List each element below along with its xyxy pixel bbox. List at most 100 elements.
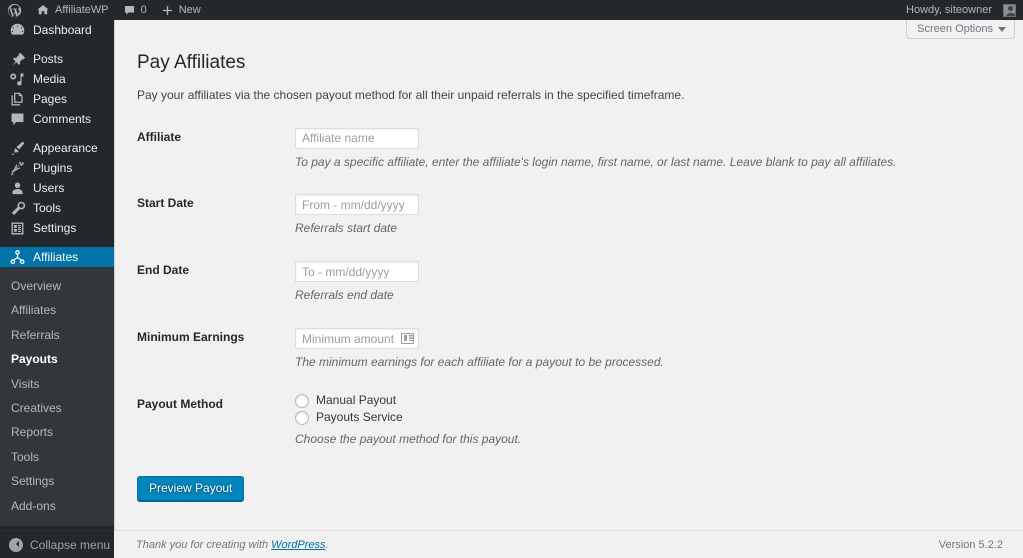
payouts-service-label[interactable]: Payouts Service xyxy=(316,410,403,426)
affiliate-input[interactable] xyxy=(295,127,419,149)
page-title: Pay Affiliates xyxy=(137,52,246,73)
submenu-item-overview[interactable]: Overview xyxy=(0,274,114,298)
admin-bar-right: Howdy, siteowner xyxy=(899,0,1023,20)
menu-separator xyxy=(0,238,114,247)
sidebar-item-plugins[interactable]: Plugins xyxy=(0,158,114,178)
submenu-item-add-ons[interactable]: Add-ons xyxy=(0,494,114,518)
comment-bubble-icon xyxy=(123,4,136,17)
sidebar-item-label: Comments xyxy=(33,112,92,126)
wordpress-link[interactable]: WordPress xyxy=(271,539,325,551)
wordpress-logo-icon xyxy=(7,3,22,18)
form-row-end-date: End Date Referrals end date xyxy=(137,249,917,316)
footer-thanks: Thank you for creating with WordPress. xyxy=(136,539,329,551)
sidebar-item-users[interactable]: Users xyxy=(0,178,114,198)
site-name-menu-item[interactable]: AffiliateWP xyxy=(29,0,116,20)
radio-row-manual-payout[interactable]: Manual Payout xyxy=(295,393,907,409)
sidebar-item-dashboard[interactable]: Dashboard xyxy=(0,20,114,40)
minimum-earnings-field-cell: The minimum earnings for each affiliate … xyxy=(295,316,917,383)
avatar xyxy=(1003,3,1016,17)
affiliate-description: To pay a specific affiliate, enter the a… xyxy=(295,154,897,169)
paintbrush-icon xyxy=(8,139,26,157)
sidebar-item-label: Posts xyxy=(33,52,64,66)
manual-payout-radio[interactable] xyxy=(295,393,309,408)
admin-sidebar: Dashboard Posts Media Pages Comments App… xyxy=(0,20,122,558)
comment-bubble-icon xyxy=(8,110,26,128)
form-row-payout-method: Payout Method Manual Payout Payouts Serv… xyxy=(137,383,917,460)
submenu-item-creatives[interactable]: Creatives xyxy=(0,396,114,420)
start-date-description: Referrals start date xyxy=(295,221,398,236)
plus-icon xyxy=(161,4,174,17)
menu-separator xyxy=(0,40,114,49)
start-date-label: Start Date xyxy=(137,196,194,211)
comments-count: 0 xyxy=(140,4,147,16)
end-date-field-cell: Referrals end date xyxy=(295,249,917,316)
end-date-label: End Date xyxy=(137,263,190,278)
form-row-minimum-earnings: Minimum Earnings The minimum earnings fo… xyxy=(137,316,917,383)
sidebar-item-appearance[interactable]: Appearance xyxy=(0,138,114,158)
preview-payout-button[interactable]: Preview Payout xyxy=(137,475,245,501)
sidebar-item-comments[interactable]: Comments xyxy=(0,109,114,129)
manual-payout-label[interactable]: Manual Payout xyxy=(316,393,396,409)
minimum-earnings-input-wrap xyxy=(295,328,419,350)
sidebar-item-label: Tools xyxy=(33,201,62,215)
affiliates-submenu: Overview Affiliates Referrals Payouts Vi… xyxy=(0,267,114,526)
submenu-item-settings[interactable]: Settings xyxy=(0,469,114,493)
sidebar-item-posts[interactable]: Posts xyxy=(0,49,114,69)
page-wrap: Pay Affiliates Pay your affiliates via t… xyxy=(115,20,1023,501)
affiliate-label: Affiliate xyxy=(137,129,182,144)
payouts-service-radio[interactable] xyxy=(295,411,309,426)
sidebar-item-affiliates[interactable]: Affiliates xyxy=(0,247,122,267)
start-date-input[interactable] xyxy=(295,194,419,216)
screen-options-button[interactable]: Screen Options xyxy=(906,20,1015,39)
start-date-field-cell: Referrals start date xyxy=(295,182,917,249)
affiliates-network-icon xyxy=(8,248,26,266)
minimum-earnings-label: Minimum Earnings xyxy=(137,330,245,345)
pin-icon xyxy=(8,50,26,68)
sidebar-item-label: Affiliates xyxy=(33,250,79,264)
sidebar-item-pages[interactable]: Pages xyxy=(0,89,114,109)
new-content-menu-item[interactable]: New xyxy=(154,0,208,20)
sidebar-item-media[interactable]: Media xyxy=(0,69,114,89)
home-icon xyxy=(36,3,50,17)
wrench-icon xyxy=(8,199,26,217)
radio-row-payouts-service[interactable]: Payouts Service xyxy=(295,410,907,426)
admin-bar: AffiliateWP 0 New Howdy, siteowner xyxy=(0,0,1023,20)
dashboard-icon xyxy=(8,21,26,39)
my-account-menu-item[interactable]: Howdy, siteowner xyxy=(899,0,1023,20)
sidebar-item-label: Settings xyxy=(33,221,77,235)
end-date-description: Referrals end date xyxy=(295,288,394,303)
sidebar-item-label: Plugins xyxy=(33,161,73,175)
pages-icon xyxy=(8,90,26,108)
admin-footer: Thank you for creating with WordPress. V… xyxy=(114,530,1023,558)
settings-sliders-icon xyxy=(8,219,26,237)
submenu-item-visits[interactable]: Visits xyxy=(0,372,114,396)
submenu-item-payouts[interactable]: Payouts xyxy=(0,347,114,371)
minimum-earnings-input[interactable] xyxy=(295,328,419,350)
sidebar-item-tools[interactable]: Tools xyxy=(0,198,114,218)
form-row-affiliate: Affiliate To pay a specific affiliate, e… xyxy=(137,116,917,183)
content-area: Screen Options Pay Affiliates Pay your a… xyxy=(114,20,1023,558)
sidebar-item-label: Dashboard xyxy=(33,23,92,37)
submenu-item-tools[interactable]: Tools xyxy=(0,445,114,469)
collapse-menu-button[interactable]: Collapse menu xyxy=(0,530,114,558)
minimum-earnings-description: The minimum earnings for each affiliate … xyxy=(295,355,664,370)
comments-menu-item[interactable]: 0 xyxy=(116,0,154,20)
arrow-left-circle-icon xyxy=(9,537,23,552)
wp-logo-menu-item[interactable] xyxy=(0,0,29,20)
admin-menu: Dashboard Posts Media Pages Comments App… xyxy=(0,20,122,526)
submenu-item-referrals[interactable]: Referrals xyxy=(0,323,114,347)
submenu-item-affiliates[interactable]: Affiliates xyxy=(0,298,114,322)
sidebar-item-label: Media xyxy=(33,72,66,86)
media-icon xyxy=(8,70,26,88)
sidebar-item-settings[interactable]: Settings xyxy=(0,218,114,238)
footer-thanks-prefix: Thank you for creating with xyxy=(136,538,272,551)
affiliate-field-cell: To pay a specific affiliate, enter the a… xyxy=(295,116,917,183)
end-date-input[interactable] xyxy=(295,261,419,283)
submenu-item-reports[interactable]: Reports xyxy=(0,420,114,444)
page-description: Pay your affiliates via the chosen payou… xyxy=(137,87,685,102)
howdy-label: Howdy, siteowner xyxy=(906,4,992,16)
new-content-label: New xyxy=(178,4,201,16)
chevron-down-icon xyxy=(998,26,1006,32)
wp-version-label: Version 5.2.2 xyxy=(938,538,1003,551)
payout-method-description: Choose the payout method for this payout… xyxy=(295,432,522,447)
